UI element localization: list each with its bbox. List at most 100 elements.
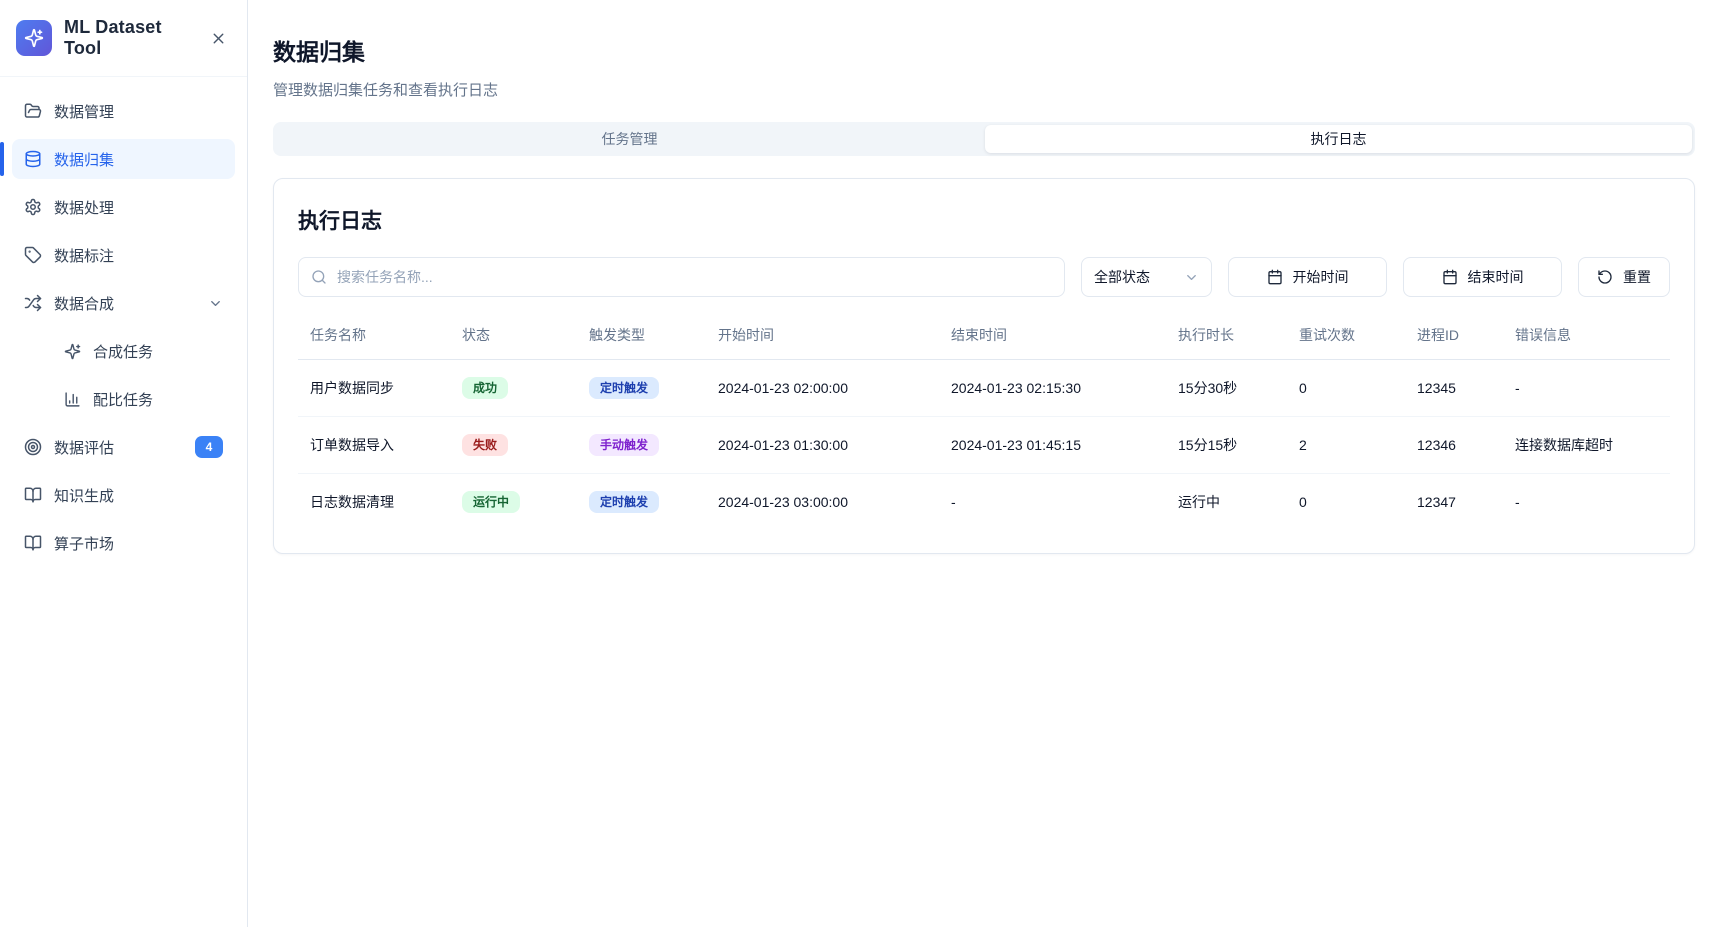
search-box [298, 257, 1065, 297]
table-header-row: 任务名称 状态 触发类型 开始时间 结束时间 执行时长 重试次数 进程ID 错误… [298, 313, 1670, 360]
duration-cell: 15分15秒 [1166, 417, 1287, 474]
reset-label: 重置 [1623, 267, 1651, 287]
chevron-down-icon [1184, 270, 1199, 285]
card-title: 执行日志 [298, 205, 1670, 235]
main-content: 数据归集 管理数据归集任务和查看执行日志 任务管理 执行日志 执行日志 全部状态 [248, 0, 1711, 927]
count-badge: 4 [195, 436, 223, 458]
sparkles-icon [24, 28, 44, 48]
start-time-cell: 2024-01-23 02:00:00 [706, 360, 939, 417]
end-time-label: 结束时间 [1468, 267, 1524, 287]
error-message-cell: 连接数据库超时 [1503, 417, 1670, 474]
gear-icon [24, 198, 42, 216]
search-input[interactable] [337, 269, 1052, 285]
shuffle-icon [24, 294, 42, 312]
column-header-process-id: 进程ID [1405, 313, 1503, 360]
database-icon [24, 150, 42, 168]
sidebar-item-label: 数据合成 [54, 293, 114, 314]
reset-button[interactable]: 重置 [1578, 257, 1670, 297]
calendar-icon [1442, 269, 1458, 285]
trigger-type-badge: 定时触发 [589, 491, 659, 513]
sidebar-item-label: 数据管理 [54, 101, 114, 122]
retries-cell: 0 [1287, 474, 1405, 531]
tab-execution-logs[interactable]: 执行日志 [985, 125, 1692, 153]
chevron-down-icon [208, 296, 223, 311]
error-message-cell: - [1503, 360, 1670, 417]
start-time-label: 开始时间 [1293, 267, 1349, 287]
column-header-duration: 执行时长 [1166, 313, 1287, 360]
duration-cell: 运行中 [1166, 474, 1287, 531]
task-name-cell: 用户数据同步 [298, 360, 450, 417]
start-time-cell: 2024-01-23 01:30:00 [706, 417, 939, 474]
sidebar-header: ML Dataset Tool [0, 0, 247, 77]
sidebar-item-operator-market[interactable]: 算子市场 [12, 523, 235, 563]
tabbar: 任务管理 执行日志 [273, 122, 1695, 156]
status-filter-select[interactable]: 全部状态 [1081, 257, 1212, 297]
column-header-end-time: 结束时间 [939, 313, 1166, 360]
process-id-cell: 12345 [1405, 360, 1503, 417]
column-header-retries: 重试次数 [1287, 313, 1405, 360]
filter-bar: 全部状态 开始时间 结束时间 [298, 257, 1670, 297]
column-header-start-time: 开始时间 [706, 313, 939, 360]
sidebar-item-data-synthesis[interactable]: 数据合成 [12, 283, 235, 323]
sidebar-item-label: 配比任务 [93, 389, 153, 410]
tag-icon [24, 246, 42, 264]
sparkles-icon [64, 343, 81, 360]
duration-cell: 15分30秒 [1166, 360, 1287, 417]
column-header-task-name: 任务名称 [298, 313, 450, 360]
table-row: 日志数据清理 运行中 定时触发 2024-01-23 03:00:00 - 运行… [298, 474, 1670, 531]
sidebar-item-data-processing[interactable]: 数据处理 [12, 187, 235, 227]
book-open-icon [24, 486, 42, 504]
search-icon [311, 269, 327, 285]
status-badge: 运行中 [462, 491, 520, 513]
rotate-ccw-icon [1597, 269, 1613, 285]
table-row: 用户数据同步 成功 定时触发 2024-01-23 02:00:00 2024-… [298, 360, 1670, 417]
bar-chart-icon [64, 391, 81, 408]
folder-open-icon [24, 102, 42, 120]
sidebar-item-label: 数据归集 [54, 149, 114, 170]
column-header-error-message: 错误信息 [1503, 313, 1670, 360]
sidebar-item-knowledge-generation[interactable]: 知识生成 [12, 475, 235, 515]
column-header-trigger-type: 触发类型 [577, 313, 706, 360]
trigger-type-badge: 手动触发 [589, 434, 659, 456]
page-subtitle: 管理数据归集任务和查看执行日志 [273, 79, 1695, 100]
sidebar-item-label: 算子市场 [54, 533, 114, 554]
sidebar-item-label: 数据评估 [54, 437, 114, 458]
end-time-cell: - [939, 474, 1166, 531]
process-id-cell: 12346 [1405, 417, 1503, 474]
tab-task-management[interactable]: 任务管理 [276, 125, 983, 153]
execution-logs-card: 执行日志 全部状态 开始时间 [273, 178, 1695, 554]
sidebar-item-label: 合成任务 [93, 341, 153, 362]
sidebar-item-data-evaluation[interactable]: 数据评估 4 [12, 427, 235, 467]
retries-cell: 2 [1287, 417, 1405, 474]
start-time-button[interactable]: 开始时间 [1228, 257, 1387, 297]
sidebar-item-data-annotation[interactable]: 数据标注 [12, 235, 235, 275]
task-name-cell: 日志数据清理 [298, 474, 450, 531]
status-badge: 失败 [462, 434, 508, 456]
sidebar-item-synthesis-task[interactable]: 合成任务 [12, 331, 235, 371]
close-sidebar-icon[interactable] [206, 26, 231, 51]
book-open-icon [24, 534, 42, 552]
error-message-cell: - [1503, 474, 1670, 531]
sidebar-item-label: 数据处理 [54, 197, 114, 218]
trigger-type-badge: 定时触发 [589, 377, 659, 399]
status-badge: 成功 [462, 377, 508, 399]
start-time-cell: 2024-01-23 03:00:00 [706, 474, 939, 531]
sidebar-item-ratio-task[interactable]: 配比任务 [12, 379, 235, 419]
column-header-status: 状态 [450, 313, 577, 360]
app-logo [16, 20, 52, 56]
process-id-cell: 12347 [1405, 474, 1503, 531]
target-icon [24, 438, 42, 456]
end-time-cell: 2024-01-23 02:15:30 [939, 360, 1166, 417]
retries-cell: 0 [1287, 360, 1405, 417]
execution-logs-table: 任务名称 状态 触发类型 开始时间 结束时间 执行时长 重试次数 进程ID 错误… [298, 313, 1670, 530]
end-time-cell: 2024-01-23 01:45:15 [939, 417, 1166, 474]
status-filter-value: 全部状态 [1094, 267, 1150, 287]
app-title: ML Dataset Tool [64, 17, 194, 59]
sidebar-nav: 数据管理 数据归集 数据处理 数据标注 数据合成 [0, 77, 247, 577]
sidebar-item-data-management[interactable]: 数据管理 [12, 91, 235, 131]
page-title: 数据归集 [273, 33, 1695, 67]
sidebar: ML Dataset Tool 数据管理 数据归集 数据处理 [0, 0, 248, 927]
sidebar-item-data-collection[interactable]: 数据归集 [12, 139, 235, 179]
end-time-button[interactable]: 结束时间 [1403, 257, 1562, 297]
table-row: 订单数据导入 失败 手动触发 2024-01-23 01:30:00 2024-… [298, 417, 1670, 474]
